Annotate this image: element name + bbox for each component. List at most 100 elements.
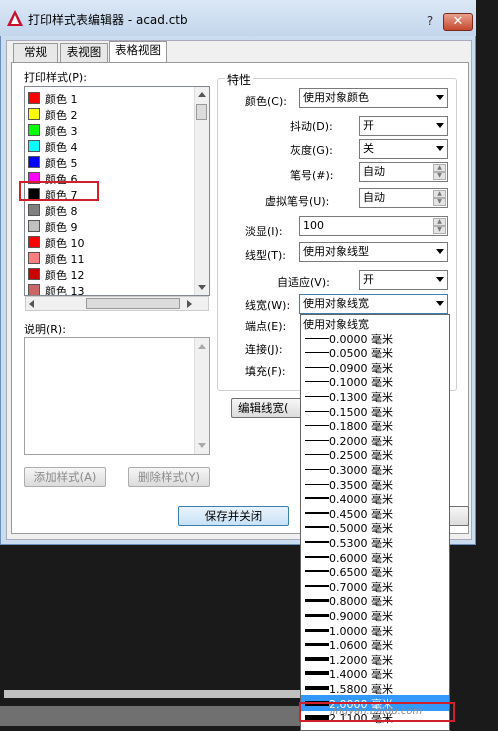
color-swatch bbox=[28, 268, 40, 280]
dropdown-option[interactable]: 1.2000 毫米 bbox=[301, 651, 449, 667]
list-item[interactable]: 颜色 4 bbox=[25, 138, 197, 154]
dropdown-option[interactable]: 0.5000 毫米 bbox=[301, 519, 449, 535]
lineweight-sample-icon bbox=[305, 337, 329, 339]
linetype-select-value: 使用对象线型 bbox=[303, 245, 369, 258]
style-name: 颜色 3 bbox=[45, 125, 78, 138]
style-name: 颜色 11 bbox=[45, 253, 85, 266]
dropdown-option[interactable]: 0.0000 毫米 bbox=[301, 330, 449, 346]
list-item[interactable]: 颜色 13 bbox=[25, 282, 197, 296]
dropdown-option[interactable]: 0.2500 毫米 bbox=[301, 446, 449, 462]
dropdown-option[interactable]: 0.0900 毫米 bbox=[301, 359, 449, 375]
grayscale-select[interactable]: 关 bbox=[359, 139, 448, 159]
description-textarea[interactable] bbox=[24, 337, 210, 455]
scroll-up-icon[interactable] bbox=[198, 92, 206, 97]
lineweight-sample-icon bbox=[305, 643, 329, 647]
dither-select[interactable]: 开 bbox=[359, 116, 448, 136]
dropdown-option[interactable]: 0.2000 毫米 bbox=[301, 432, 449, 448]
color-swatch bbox=[28, 156, 40, 168]
description-scrollbar[interactable] bbox=[194, 338, 209, 454]
scroll-thumb[interactable] bbox=[196, 104, 207, 120]
screening-value: 100 bbox=[303, 219, 324, 232]
save-and-close-button[interactable]: 保存并关闭 bbox=[178, 506, 289, 526]
list-item[interactable]: 颜色 8 bbox=[25, 202, 197, 218]
color-swatch bbox=[28, 124, 40, 136]
list-item[interactable]: 颜色 3 bbox=[25, 122, 197, 138]
dropdown-option[interactable]: 1.0000 毫米 bbox=[301, 622, 449, 638]
fill-style-label: 填充(F): bbox=[245, 365, 286, 378]
list-item[interactable]: 颜色 11 bbox=[25, 250, 197, 266]
list-item[interactable]: 颜色 10 bbox=[25, 234, 197, 250]
scroll-down-icon[interactable] bbox=[198, 285, 206, 290]
list-item[interactable]: 颜色 5 bbox=[25, 154, 197, 170]
help-button[interactable]: ? bbox=[422, 13, 438, 29]
color-swatch bbox=[28, 140, 40, 152]
list-item[interactable]: 颜色 12 bbox=[25, 266, 197, 282]
lineweight-select[interactable]: 使用对象线宽 bbox=[299, 294, 448, 314]
screening-spinner[interactable]: 100 ▲ ▼ bbox=[299, 216, 448, 236]
dropdown-option[interactable]: 0.0500 毫米 bbox=[301, 344, 449, 360]
lineweight-sample-icon bbox=[305, 584, 329, 587]
dropdown-option[interactable]: 0.4500 毫米 bbox=[301, 505, 449, 521]
styles-horizontal-scrollbar[interactable] bbox=[25, 296, 209, 311]
dropdown-option[interactable]: 0.7000 毫米 bbox=[301, 578, 449, 594]
spinner-arrows-icon[interactable]: ▲ ▼ bbox=[433, 190, 446, 206]
scroll-right-icon[interactable] bbox=[187, 300, 192, 308]
delete-style-button[interactable]: 删除样式(Y) bbox=[128, 467, 210, 487]
dropdown-option[interactable]: 0.1800 毫米 bbox=[301, 417, 449, 433]
styles-label: 打印样式(P): bbox=[24, 71, 87, 84]
dropdown-option[interactable]: 0.8000 毫米 bbox=[301, 592, 449, 608]
tab-general[interactable]: 常规 bbox=[13, 43, 58, 62]
pen-number-spinner[interactable]: 自动 ▲ ▼ bbox=[359, 162, 448, 182]
dropdown-option[interactable]: 0.1300 毫米 bbox=[301, 388, 449, 404]
lineweight-sample-icon bbox=[305, 599, 329, 603]
lineweight-sample-icon bbox=[305, 541, 329, 543]
dropdown-option[interactable]: 0.3500 毫米 bbox=[301, 476, 449, 492]
lineweight-sample-icon bbox=[305, 410, 329, 412]
linetype-select[interactable]: 使用对象线型 bbox=[299, 242, 448, 262]
lineweight-sample-icon bbox=[305, 526, 329, 529]
style-name: 颜色 4 bbox=[45, 141, 78, 154]
dropdown-option[interactable]: 1.0600 毫米 bbox=[301, 636, 449, 652]
dropdown-option[interactable]: 0.1500 毫米 bbox=[301, 403, 449, 419]
lineweight-sample-icon bbox=[305, 439, 329, 441]
dropdown-option[interactable]: 1.5800 毫米 bbox=[301, 680, 449, 696]
scroll-left-icon[interactable] bbox=[29, 300, 34, 308]
lineweight-dropdown-list[interactable]: 使用对象线宽 0.0000 毫米 0.0500 毫米 0.0900 毫米 0.1000 … bbox=[300, 314, 450, 731]
lineweight-sample-icon bbox=[305, 570, 329, 573]
color-select[interactable]: 使用对象颜色 bbox=[299, 88, 448, 108]
dropdown-option[interactable]: 0.5300 毫米 bbox=[301, 534, 449, 550]
dropdown-option[interactable]: 0.4000 毫米 bbox=[301, 490, 449, 506]
color-label: 颜色(C): bbox=[245, 95, 287, 108]
dropdown-option[interactable]: 1.4000 毫米 bbox=[301, 665, 449, 681]
virtual-pen-spinner[interactable]: 自动 ▲ ▼ bbox=[359, 188, 448, 208]
list-item[interactable]: 颜色 2 bbox=[25, 106, 197, 122]
style-name: 颜色 10 bbox=[45, 237, 85, 250]
dropdown-option[interactable]: 0.9000 毫米 bbox=[301, 607, 449, 623]
dropdown-option[interactable]: 0.6500 毫米 bbox=[301, 563, 449, 579]
spinner-arrows-icon[interactable]: ▲ ▼ bbox=[433, 164, 446, 180]
tab-form-view[interactable]: 表格视图 bbox=[109, 41, 167, 63]
adaptive-label: 自适应(V): bbox=[277, 276, 330, 289]
pen-number-value: 自动 bbox=[363, 165, 385, 178]
style-name: 颜色 13 bbox=[45, 285, 85, 296]
list-item[interactable]: 颜色 9 bbox=[25, 218, 197, 234]
dropdown-option[interactable]: 0.1000 毫米 bbox=[301, 373, 449, 389]
hscroll-thumb[interactable] bbox=[86, 298, 180, 309]
spinner-arrows-icon[interactable]: ▲ ▼ bbox=[433, 218, 446, 234]
list-item[interactable]: 颜色 1 bbox=[25, 90, 197, 106]
edit-lineweights-button[interactable]: 编辑线宽( bbox=[231, 398, 303, 418]
adaptive-select[interactable]: 开 bbox=[359, 270, 448, 290]
add-style-button[interactable]: 添加样式(A) bbox=[24, 467, 106, 487]
dropdown-option[interactable]: 使用对象线宽 bbox=[301, 315, 449, 331]
style-name: 颜色 1 bbox=[45, 93, 78, 106]
styles-vertical-scrollbar[interactable] bbox=[194, 87, 209, 295]
properties-group-title: 特性 bbox=[225, 71, 254, 88]
tab-table-view[interactable]: 表视图 bbox=[60, 43, 108, 62]
close-button[interactable]: ✕ bbox=[443, 13, 473, 31]
lineweight-label: 线宽(W): bbox=[245, 299, 291, 312]
style-name: 颜色 12 bbox=[45, 269, 85, 282]
dropdown-option[interactable]: 0.3000 毫米 bbox=[301, 461, 449, 477]
description-label: 说明(R): bbox=[24, 323, 66, 336]
dropdown-option[interactable]: 0.6000 毫米 bbox=[301, 549, 449, 565]
virtual-pen-label: 虚拟笔号(U): bbox=[265, 195, 330, 208]
